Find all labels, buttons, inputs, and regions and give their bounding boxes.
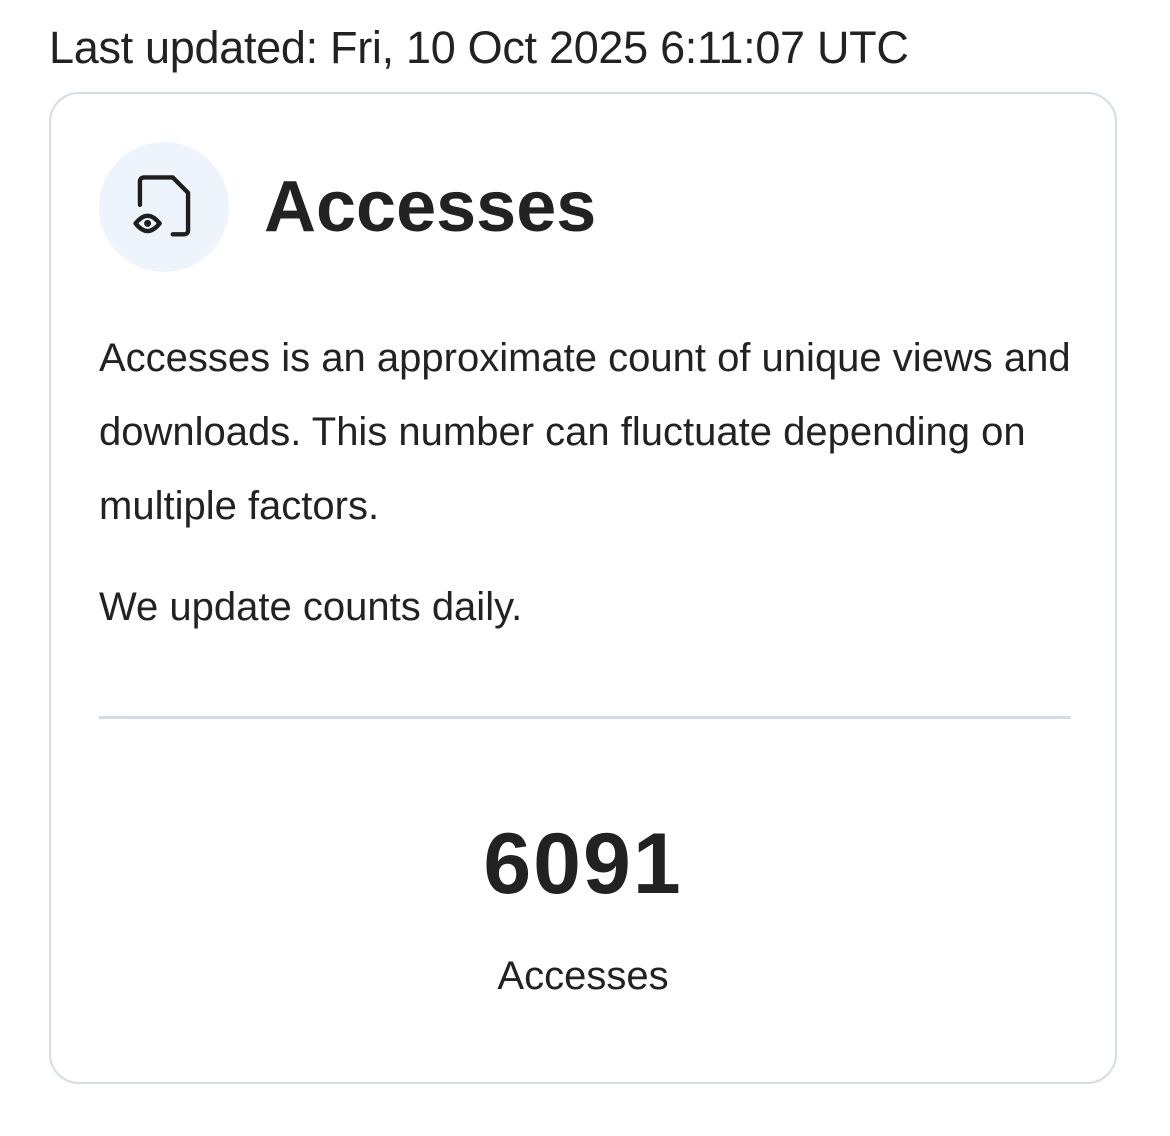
accesses-card: Accesses Accesses is an approximate coun…	[49, 92, 1117, 1084]
divider	[99, 716, 1071, 719]
last-updated-text: Last updated: Fri, 10 Oct 2025 6:11:07 U…	[49, 22, 909, 73]
card-description: Accesses is an approximate count of uniq…	[99, 336, 1071, 528]
access-count-label: Accesses	[497, 954, 669, 998]
card-header: Accesses	[99, 142, 596, 272]
card-title: Accesses	[264, 167, 597, 247]
update-note: We update counts daily.	[99, 585, 523, 629]
icon-badge	[99, 142, 229, 272]
access-count: 6091	[483, 816, 683, 912]
file-eye-icon	[133, 175, 191, 237]
